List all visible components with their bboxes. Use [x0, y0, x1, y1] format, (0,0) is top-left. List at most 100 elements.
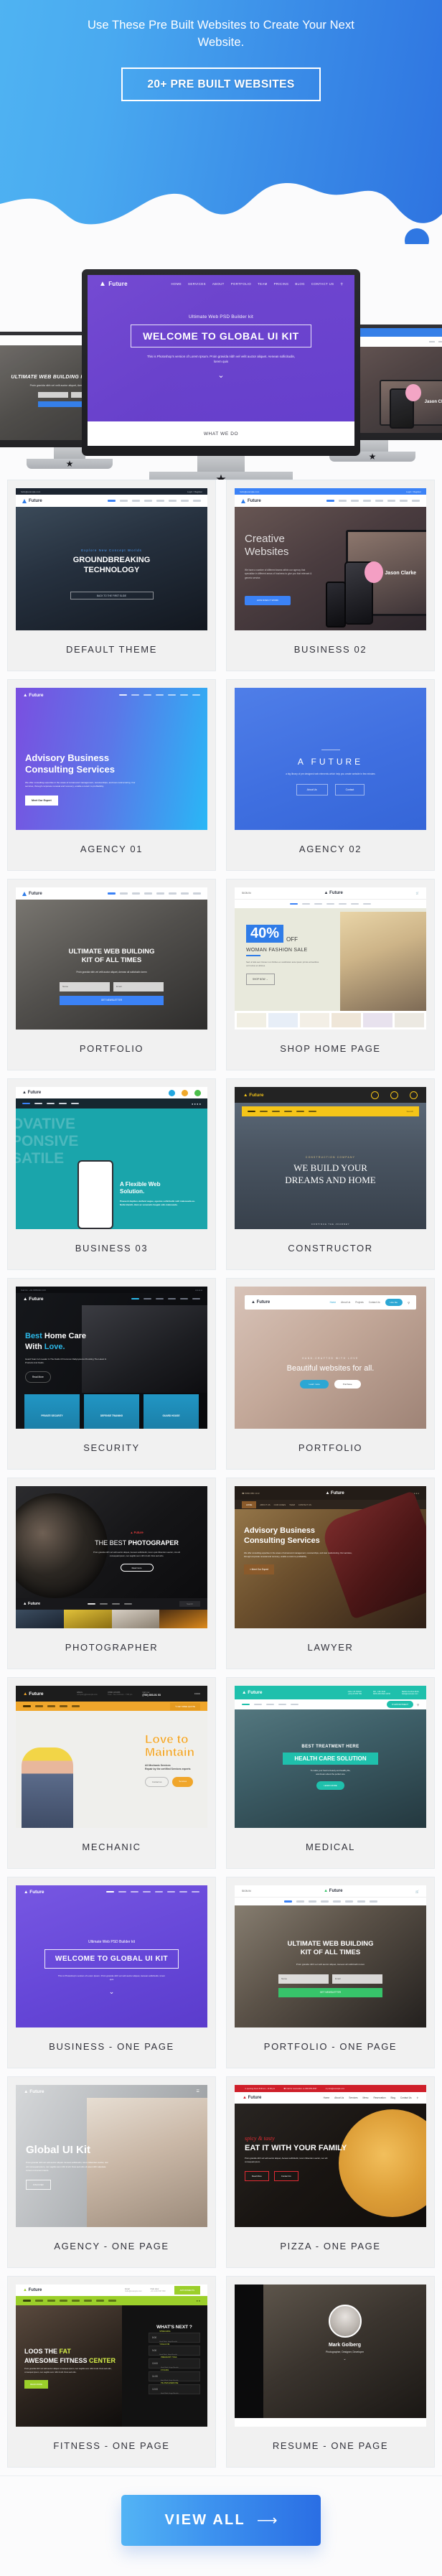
topbar-link[interactable]: SIGN IN [242, 892, 251, 895]
gallery-tile[interactable] [16, 1610, 64, 1628]
product-tile[interactable] [363, 1013, 392, 1027]
theme-thumbnail[interactable]: Mark Golberg Photographer, Designer, Dev… [235, 2285, 426, 2427]
theme-thumbnail[interactable]: ▲ Future THE BEST PHOTOGRAPER Proin grav… [16, 1486, 207, 1628]
thumb-button[interactable]: Contact us [145, 1777, 169, 1788]
chevron-down-icon[interactable]: ⌄ [16, 1988, 207, 1996]
theme-thumbnail[interactable]: A FUTURE a big library of pre designed w… [235, 688, 426, 830]
search-icon[interactable]: ⚲ [340, 282, 343, 286]
thumb-button[interactable]: Learn more [300, 1380, 329, 1389]
center-menu-item[interactable]: HOME [171, 282, 182, 286]
theme-card[interactable]: ▲ Future ● ● ● ● OVATIVE PONSIVE SATILE A … [7, 1078, 216, 1270]
menu-item[interactable]: OUR CASES [274, 1503, 286, 1506]
thumb-button[interactable]: BACK TO THE FIRST SLIDE [70, 591, 154, 599]
theme-thumbnail[interactable]: ☎ 8080 886 1313 ▲ Future ● ● ● ● ● HOME … [235, 1486, 426, 1628]
theme-card[interactable]: ☎ 8080 886 1313 ▲ Future ● ● ● ● ● HOME … [226, 1478, 435, 1669]
theme-thumbnail[interactable]: ▲ Future Home About Us Projects Contact … [235, 1287, 426, 1429]
thumb-button[interactable]: SHOP NOW → [246, 974, 275, 986]
search-input[interactable]: Search [406, 1110, 413, 1113]
menu-item[interactable]: Services [349, 2096, 357, 2099]
feature-card[interactable]: DEFENSE TRAINING [84, 1394, 139, 1429]
theme-card[interactable]: ⏱ opening hours 8:00 am - 11:00 pm ☎ Cal… [226, 2076, 435, 2268]
menu-item[interactable]: Reservation [373, 2096, 385, 2099]
schedule-row[interactable]: 9:00 YOGA GYM Hard Work, Huge Results [149, 2343, 200, 2356]
theme-thumbnail[interactable]: hello@example.com Login / Register Futur… [16, 488, 207, 630]
menu-item[interactable]: Home [330, 1301, 337, 1304]
theme-thumbnail[interactable]: ⏱ opening hours 8:00 am - 11:00 pm ☎ Cal… [235, 2085, 426, 2227]
theme-card[interactable]: Call Us: +91 8059494 103 ● ● ● ● ▲ Future… [7, 1278, 216, 1470]
menu-item[interactable]: TEAM [289, 1503, 295, 1506]
center-menu-item[interactable]: TEAM [258, 282, 268, 286]
theme-thumbnail[interactable]: ▲ Future Ultimate Web PSD Builder kit WE… [16, 1885, 207, 2027]
thumb-button[interactable]: About Us [296, 784, 328, 795]
chevron-down-icon[interactable]: ⌄ [88, 370, 354, 380]
theme-thumbnail[interactable]: ▲ Future Search CONSTRUCTION COMPANY WE … [235, 1087, 426, 1229]
theme-card[interactable]: ▲ Future Home About Us Projects Contact … [226, 1278, 435, 1470]
chevron-down-icon[interactable]: ⌄ [263, 2357, 426, 2361]
theme-card[interactable]: Future ULTIMATE WEB BUILDING KIT OF ALL T… [7, 879, 216, 1070]
theme-thumbnail[interactable]: Call Us: +91 8059494 103 ● ● ● ● ▲ Future… [16, 1287, 207, 1429]
product-tile[interactable] [395, 1013, 424, 1027]
gallery-tile[interactable] [111, 1610, 160, 1628]
schedule-row[interactable]: 11:00 CYCLING Hard Work, Huge Results [149, 2369, 200, 2381]
center-menu-item[interactable]: ABOUT [212, 282, 225, 286]
quote-button[interactable]: ✎ GET FREE QUOTE [170, 1702, 200, 1710]
menu-item[interactable]: Blog [390, 2096, 395, 2099]
thumb-button[interactable]: GET NEWSLETTER [278, 1987, 382, 1997]
theme-thumbnail[interactable]: ▲ Future EMAIL company@example.com OPEN H… [16, 1686, 207, 1828]
menu-item[interactable]: ABOUT US [260, 1503, 270, 1506]
theme-card[interactable]: ▲ Future CALL US TODAY +(01) 23 456 789 M… [226, 1677, 435, 1869]
search-icon[interactable]: ⚲ [417, 1703, 419, 1707]
theme-card[interactable]: SIGN IN ▲ Future 🛒 40% OFF WOMAN FASHION… [226, 879, 435, 1070]
menu-icon[interactable]: ☰ [197, 2089, 199, 2094]
thumb-button[interactable]: DISCOVER [26, 2179, 51, 2190]
menu-item[interactable]: Contact Us [400, 2096, 412, 2099]
theme-card[interactable]: ▲ Future Email hello@example.com Park Hou… [7, 2276, 216, 2468]
menu-item[interactable]: Contact Us [369, 1301, 380, 1304]
hire-me-button[interactable]: Hire Me [385, 1299, 403, 1306]
social-icons[interactable]: ● ● [197, 2300, 200, 2302]
pre-built-websites-button[interactable]: 20+ PRE BUILT WEBSITES [121, 67, 321, 101]
name-field[interactable]: Name [278, 1974, 329, 1984]
thumb-button[interactable]: Contact Us [273, 2170, 298, 2181]
view-all-button[interactable]: VIEW ALL ⟶ [121, 2495, 321, 2546]
menu-item[interactable]: CONTACT US [298, 1503, 311, 1506]
theme-card[interactable]: hello@example.com Login / Register Future… [226, 480, 435, 671]
thumb-button[interactable]: LEARN MORE [316, 1781, 344, 1791]
theme-card[interactable]: Mark Golberg Photographer, Designer, Dev… [226, 2276, 435, 2468]
topbar-link[interactable]: SIGN IN [242, 1890, 251, 1893]
thumb-button[interactable]: Contact [334, 784, 365, 795]
schedule-row[interactable]: 12:00 PILATES EXERCISE Hard Work, Huge Re… [149, 2382, 200, 2394]
email-field[interactable]: Email [332, 1974, 382, 1984]
menu-item[interactable]: Projects [355, 1301, 364, 1304]
search-input[interactable]: Search [179, 1601, 200, 1607]
theme-thumbnail[interactable]: Future ULTIMATE WEB BUILDING KIT OF ALL T… [16, 887, 207, 1030]
social-icons[interactable]: ● ● ● ● [195, 1289, 202, 1292]
theme-thumbnail[interactable]: ▲ Future Advisory Business Consulting Ser… [16, 688, 207, 830]
thumb-button[interactable]: Read More [25, 1371, 51, 1383]
thumb-button[interactable]: Read More [245, 2170, 269, 2181]
menu-item[interactable]: HOME [242, 1501, 257, 1508]
theme-card[interactable]: SIGN IN ▲ Future 🛒 ULTIMATE WEB BUILDING… [226, 1877, 435, 2068]
thumb-button[interactable]: Read more [120, 1564, 154, 1572]
menu-item[interactable]: Menu [362, 2096, 368, 2099]
theme-thumbnail[interactable]: ▲ Future CALL US TODAY +(01) 23 456 789 M… [235, 1686, 426, 1828]
center-menu-item[interactable]: PORTFOLIO [231, 282, 251, 286]
email-field[interactable]: Email [113, 981, 164, 991]
theme-thumbnail[interactable]: SIGN IN ▲ Future 🛒 40% OFF WOMAN FASHION… [235, 887, 426, 1030]
cart-icon[interactable]: 🛒 [416, 892, 419, 895]
schedule-row[interactable]: 8:00 STRECHING Hard Work, Huge Results [149, 2330, 200, 2343]
cart-icon[interactable]: 🛒 [415, 1890, 419, 1893]
thumb-button[interactable]: HOW DOES IT WORK [245, 596, 291, 605]
gallery-tile[interactable] [159, 1610, 207, 1628]
center-menu-item[interactable]: SERVICES [188, 282, 206, 286]
schedule-row[interactable]: 10:00 PREGNANT YOGA Hard Work, Huge Resul… [149, 2356, 200, 2369]
theme-card[interactable]: A FUTURE a big library of pre designed w… [226, 679, 435, 871]
thumb-button[interactable]: Purchase [334, 1380, 361, 1389]
thumb-button[interactable]: GET NEWSLETTER [60, 995, 164, 1005]
theme-card[interactable]: ▲ Future Advisory Business Consulting Ser… [7, 679, 216, 871]
gallery-tile[interactable] [63, 1610, 112, 1628]
center-menu-item[interactable]: PRICING [274, 282, 289, 286]
feature-card[interactable]: GUARD HOUSE [144, 1394, 199, 1429]
thumb-button[interactable]: Meet Our Expert [25, 795, 58, 806]
appointment-button[interactable]: ✉ APPOINTMENT [386, 1701, 414, 1708]
